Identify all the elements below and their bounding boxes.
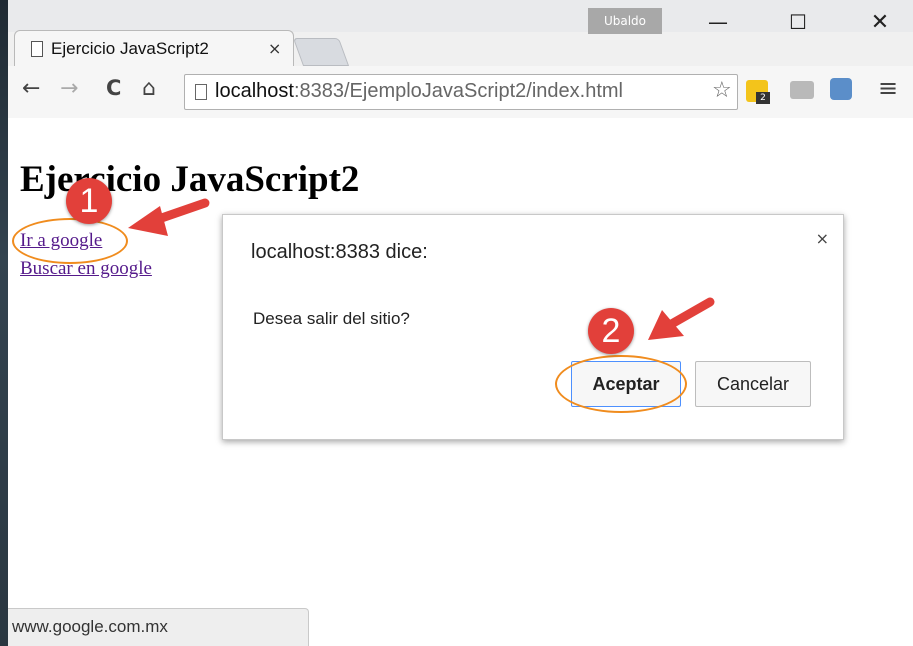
annotation-arrows [128, 198, 715, 340]
arrow-2-icon [648, 297, 715, 340]
arrow-1-icon [128, 198, 210, 236]
